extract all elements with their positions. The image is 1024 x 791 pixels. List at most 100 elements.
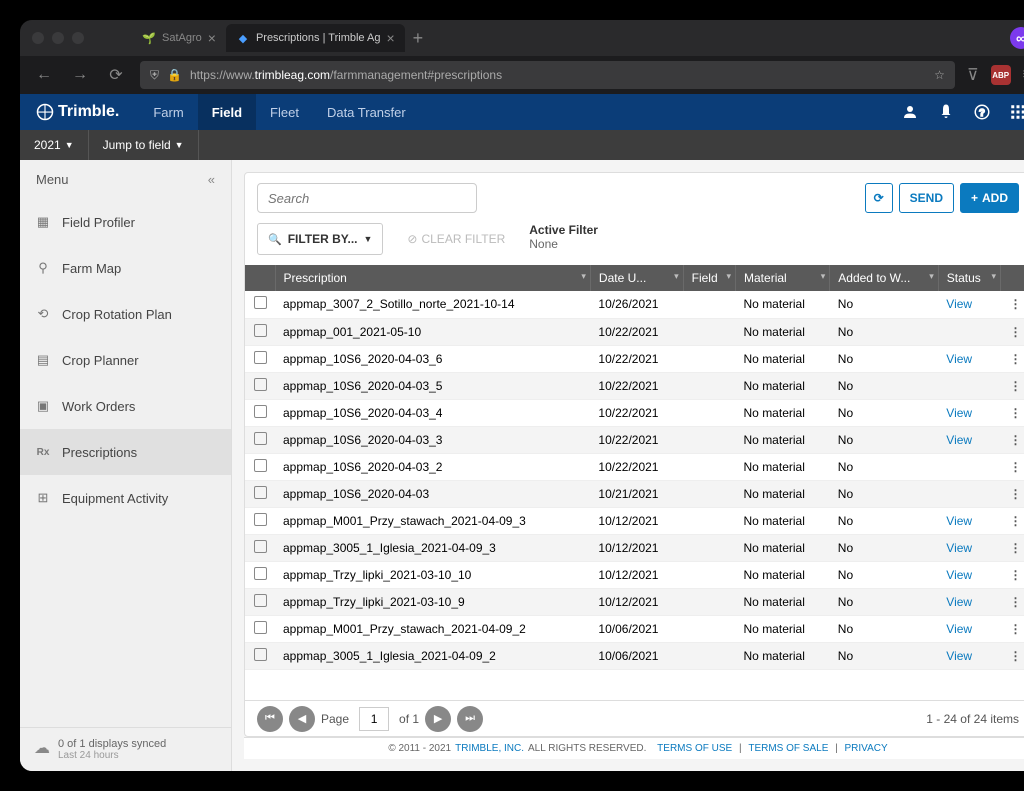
row-checkbox[interactable] xyxy=(254,432,267,445)
table-scroll[interactable]: Prescription▾Date U...▾Field▾Material▾Ad… xyxy=(245,265,1024,700)
nav-item-farm[interactable]: Farm xyxy=(139,94,197,130)
row-checkbox[interactable] xyxy=(254,567,267,580)
reload-button[interactable]: ⟳ xyxy=(104,63,128,87)
row-checkbox[interactable] xyxy=(254,594,267,607)
row-actions-menu[interactable]: ⋮ xyxy=(1001,534,1024,561)
new-tab-button[interactable]: + xyxy=(405,28,432,49)
back-button[interactable]: ← xyxy=(32,63,56,87)
first-page-button[interactable]: ⏮ xyxy=(257,706,283,732)
sidebar-item-work-orders[interactable]: ▣Work Orders xyxy=(20,383,231,429)
row-checkbox[interactable] xyxy=(254,486,267,499)
view-link[interactable]: View xyxy=(946,649,972,663)
search-input[interactable] xyxy=(257,183,477,213)
app-root: Trimble. FarmFieldFleetData Transfer ? 2… xyxy=(20,94,1024,771)
column-header[interactable]: Field▾ xyxy=(683,265,735,291)
view-link[interactable]: View xyxy=(946,568,972,582)
last-page-button[interactable]: ⏭ xyxy=(457,706,483,732)
footer-link-terms-use[interactable]: TERMS OF USE xyxy=(657,743,732,754)
view-link[interactable]: View xyxy=(946,595,972,609)
nav-item-field[interactable]: Field xyxy=(198,94,256,130)
sidebar-item-field-profiler[interactable]: ▦Field Profiler xyxy=(20,199,231,245)
filter-by-button[interactable]: 🔍 FILTER BY... ▼ xyxy=(257,223,383,255)
close-icon[interactable]: × xyxy=(208,30,216,46)
footer-link-privacy[interactable]: PRIVACY xyxy=(845,743,888,754)
sidebar-item-prescriptions[interactable]: RxPrescriptions xyxy=(20,429,231,475)
view-link[interactable]: View xyxy=(946,352,972,366)
row-checkbox[interactable] xyxy=(254,621,267,634)
row-checkbox[interactable] xyxy=(254,351,267,364)
row-actions-menu[interactable]: ⋮ xyxy=(1001,345,1024,372)
send-button[interactable]: SEND xyxy=(899,183,954,213)
row-actions-menu[interactable]: ⋮ xyxy=(1001,426,1024,453)
row-actions-menu[interactable]: ⋮ xyxy=(1001,480,1024,507)
url-bar[interactable]: ⛨ 🔒 https://www.trimbleag.com/farmmanage… xyxy=(140,61,955,89)
star-icon[interactable]: ☆ xyxy=(934,68,945,82)
nav-item-data-transfer[interactable]: Data Transfer xyxy=(313,94,420,130)
view-link[interactable]: View xyxy=(946,514,972,528)
column-header[interactable]: Material▾ xyxy=(736,265,830,291)
row-actions-menu[interactable]: ⋮ xyxy=(1001,642,1024,669)
sort-icon: ▾ xyxy=(821,271,826,282)
row-checkbox[interactable] xyxy=(254,513,267,526)
row-checkbox[interactable] xyxy=(254,405,267,418)
user-icon[interactable] xyxy=(900,102,920,122)
collapse-icon[interactable]: « xyxy=(208,172,215,187)
row-actions-menu[interactable]: ⋮ xyxy=(1001,561,1024,588)
column-header[interactable]: Date U...▾ xyxy=(590,265,683,291)
close-light[interactable] xyxy=(32,32,44,44)
minimize-light[interactable] xyxy=(52,32,64,44)
add-button[interactable]: + ADD xyxy=(960,183,1019,213)
tab-satagro[interactable]: 🌱 SatAgro × xyxy=(132,24,226,52)
row-actions-menu[interactable]: ⋮ xyxy=(1001,318,1024,345)
lock-icon[interactable]: 🔒 xyxy=(167,68,182,82)
pocket-icon[interactable]: ⊽ xyxy=(967,65,979,85)
row-checkbox[interactable] xyxy=(254,540,267,553)
maximize-light[interactable] xyxy=(72,32,84,44)
row-checkbox[interactable] xyxy=(254,648,267,661)
column-header[interactable]: Prescription▾ xyxy=(275,265,590,291)
row-actions-menu[interactable]: ⋮ xyxy=(1001,507,1024,534)
view-link[interactable]: View xyxy=(946,297,972,311)
prev-page-button[interactable]: ◀ xyxy=(289,706,315,732)
view-link[interactable]: View xyxy=(946,406,972,420)
jump-to-field[interactable]: Jump to field ▼ xyxy=(89,130,199,160)
column-header[interactable]: Added to W...▾ xyxy=(830,265,939,291)
company-link[interactable]: TRIMBLE, INC. xyxy=(455,743,524,754)
next-page-button[interactable]: ▶ xyxy=(425,706,451,732)
help-icon[interactable]: ? xyxy=(972,102,992,122)
sidebar-item-crop-planner[interactable]: ▤Crop Planner xyxy=(20,337,231,383)
abp-icon[interactable]: ABP xyxy=(991,65,1011,85)
row-checkbox[interactable] xyxy=(254,378,267,391)
forward-button[interactable]: → xyxy=(68,63,92,87)
trimble-logo[interactable]: Trimble. xyxy=(36,103,119,121)
sidebar-item-farm-map[interactable]: ⚲Farm Map xyxy=(20,245,231,291)
nav-item-fleet[interactable]: Fleet xyxy=(256,94,313,130)
row-actions-menu[interactable]: ⋮ xyxy=(1001,453,1024,480)
row-actions-menu[interactable]: ⋮ xyxy=(1001,372,1024,399)
shield-icon[interactable]: ⛨ xyxy=(150,68,159,83)
row-actions-menu[interactable]: ⋮ xyxy=(1001,615,1024,642)
view-link[interactable]: View xyxy=(946,433,972,447)
row-actions-menu[interactable]: ⋮ xyxy=(1001,399,1024,426)
year-selector[interactable]: 2021 ▼ xyxy=(20,130,89,160)
close-icon[interactable]: × xyxy=(386,30,394,46)
bell-icon[interactable] xyxy=(936,102,956,122)
sidebar-item-crop-rotation-plan[interactable]: ⟲Crop Rotation Plan xyxy=(20,291,231,337)
row-checkbox[interactable] xyxy=(254,459,267,472)
tab-prescriptions[interactable]: ◆ Prescriptions | Trimble Ag × xyxy=(226,24,405,52)
footer-link-terms-sale[interactable]: TERMS OF SALE xyxy=(748,743,828,754)
page-input[interactable] xyxy=(359,707,389,731)
row-actions-menu[interactable]: ⋮ xyxy=(1001,291,1024,318)
row-checkbox[interactable] xyxy=(254,296,267,309)
sync-footer: ☁ 0 of 1 displays synced Last 24 hours xyxy=(20,727,231,771)
row-checkbox[interactable] xyxy=(254,324,267,337)
row-actions-menu[interactable]: ⋮ xyxy=(1001,588,1024,615)
view-link[interactable]: View xyxy=(946,541,972,555)
sidebar-item-equipment-activity[interactable]: ⊞Equipment Activity xyxy=(20,475,231,521)
view-link[interactable]: View xyxy=(946,622,972,636)
extension-badge[interactable]: ∞ xyxy=(1010,27,1024,49)
refresh-button[interactable]: ⟳ xyxy=(865,183,893,213)
clear-filter-button[interactable]: ⊘ CLEAR FILTER xyxy=(397,223,515,255)
column-header[interactable]: Status▾ xyxy=(938,265,1000,291)
apps-icon[interactable] xyxy=(1008,102,1024,122)
